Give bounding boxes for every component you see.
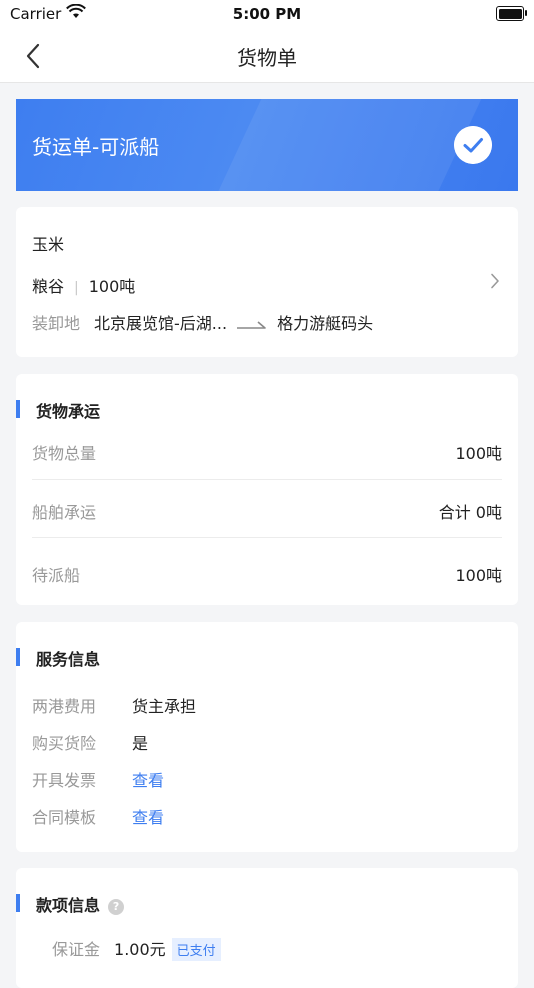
route-arrow-icon bbox=[237, 320, 266, 329]
page-title: 货物单 bbox=[237, 46, 297, 70]
section-accent-bar bbox=[16, 400, 20, 418]
nav-bar: 货物单 bbox=[0, 30, 534, 83]
payment-row-deposit: 保证金 1.00元 已支付 bbox=[52, 936, 221, 961]
route-origin: 北京展览馆-后湖... bbox=[94, 314, 228, 333]
row-label: 购买货险 bbox=[32, 734, 97, 753]
row-value: 100吨 bbox=[455, 444, 502, 463]
service-section-title: 服务信息 bbox=[16, 646, 100, 670]
service-row-invoice: 开具发票 查看 bbox=[32, 767, 164, 791]
row-label: 待派船 bbox=[32, 566, 81, 585]
row-value: 100吨 bbox=[455, 566, 502, 585]
route: 装卸地 北京展览馆-后湖... 格力游艇码头 bbox=[32, 310, 373, 334]
route-label: 装卸地 bbox=[32, 314, 81, 333]
carriage-card: 货物承运 货物总量 100吨 船舶承运 合计 0吨 待派船 100吨 bbox=[16, 374, 518, 605]
goods-spec: 粮谷 | 100吨 bbox=[32, 273, 135, 297]
carriage-title-text: 货物承运 bbox=[36, 402, 101, 421]
route-destination: 格力游艇码头 bbox=[277, 314, 374, 333]
service-row-contract: 合同模板 查看 bbox=[32, 804, 164, 828]
view-invoice-link[interactable]: 查看 bbox=[132, 771, 164, 790]
row-label: 两港费用 bbox=[32, 697, 97, 716]
goods-quantity: 100吨 bbox=[88, 277, 136, 296]
row-value: 货主承担 bbox=[132, 697, 197, 716]
row-label: 货物总量 bbox=[32, 444, 97, 463]
clock: 5:00 PM bbox=[232, 5, 302, 23]
banner-label: 货运单-可派船 bbox=[32, 135, 160, 159]
section-accent-bar bbox=[16, 894, 20, 912]
help-icon[interactable]: ? bbox=[108, 899, 125, 915]
row-value: 是 bbox=[132, 734, 149, 753]
row-label: 开具发票 bbox=[32, 771, 97, 790]
service-row-port-fee: 两港费用 货主承担 bbox=[32, 693, 196, 717]
service-card: 服务信息 两港费用 货主承担 购买货险是 开具发票 查看 合同模板 查看 bbox=[16, 622, 518, 852]
chevron-right-icon[interactable] bbox=[490, 273, 500, 289]
service-title-text: 服务信息 bbox=[36, 650, 101, 669]
payment-card: 款项信息? 保证金 1.00元 已支付 bbox=[16, 868, 518, 988]
status-banner: 货运单-可派船 bbox=[16, 99, 518, 191]
carriage-row-pending: 待派船 100吨 bbox=[32, 562, 502, 585]
payment-title-text: 款项信息 bbox=[36, 896, 101, 915]
goods-card[interactable]: 玉米 粮谷 | 100吨 装卸地 北京展览馆-后湖... 格力游艇码头 bbox=[16, 207, 518, 357]
section-accent-bar bbox=[16, 648, 20, 666]
row-label: 合同模板 bbox=[32, 808, 97, 827]
view-contract-link[interactable]: 查看 bbox=[132, 808, 164, 827]
check-circle-icon bbox=[454, 126, 492, 164]
goods-category: 粮谷 bbox=[32, 277, 65, 296]
spec-separator: | bbox=[74, 280, 79, 296]
goods-name: 玉米 bbox=[32, 235, 65, 254]
battery-icon bbox=[496, 6, 527, 21]
status-bar: Carrier 5:00 PM bbox=[0, 0, 534, 30]
service-row-insurance: 购买货险 是 bbox=[32, 730, 148, 754]
divider bbox=[32, 537, 502, 538]
carriage-row-ship: 船舶承运 合计 0吨 bbox=[32, 499, 502, 522]
payment-section-title: 款项信息? bbox=[16, 892, 125, 916]
carriage-row-total: 货物总量 100吨 bbox=[32, 440, 502, 463]
carriage-section-title: 货物承运 bbox=[16, 398, 100, 422]
row-label: 船舶承运 bbox=[32, 503, 97, 522]
divider bbox=[32, 479, 502, 480]
row-value: 合计 0吨 bbox=[438, 503, 502, 522]
